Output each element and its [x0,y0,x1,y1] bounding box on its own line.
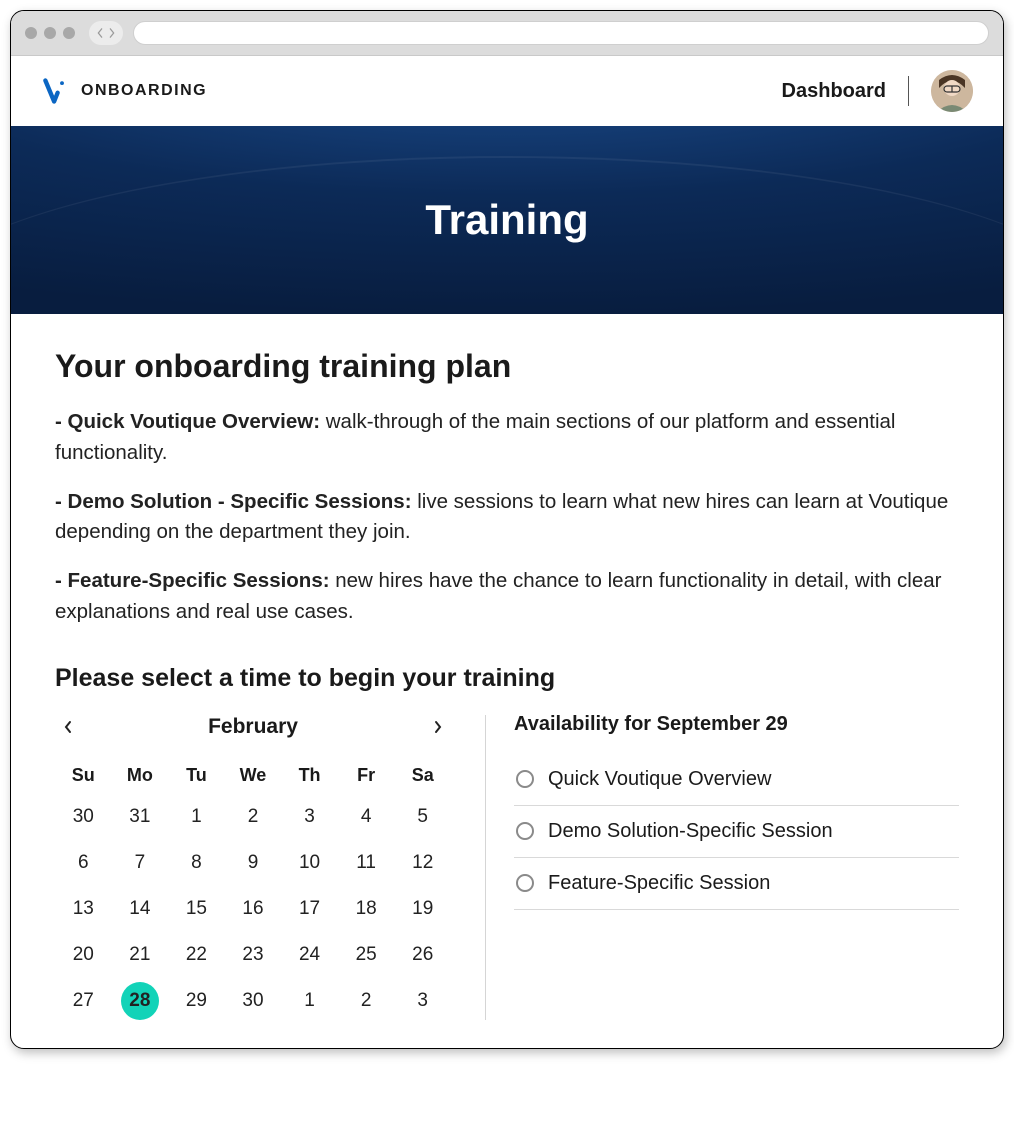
availability-option[interactable]: Quick Voutique Overview [514,754,959,806]
calendar-header: February [55,711,451,745]
header-divider [908,76,909,106]
calendar-day[interactable]: 17 [281,886,338,932]
calendar-body: 3031123456789101112131415161718192021222… [55,794,451,1024]
brand-name: ONBOARDING [81,82,207,100]
hero-title: Training [425,196,588,244]
calendar-day[interactable]: 18 [338,886,395,932]
calendar-day[interactable]: 4 [338,794,395,840]
plan-item: - Quick Voutique Overview: walk-through … [55,407,959,469]
main-content: Your onboarding training plan - Quick Vo… [11,314,1003,1048]
option-label: Quick Voutique Overview [548,768,771,791]
calendar-day[interactable]: 23 [225,932,282,978]
window-min-dot[interactable] [44,27,56,39]
calendar-day[interactable]: 26 [394,932,451,978]
availability-option[interactable]: Feature-Specific Session [514,858,959,910]
calendar-day[interactable]: 3 [281,794,338,840]
weekday: Mo [112,757,169,794]
window-close-dot[interactable] [25,27,37,39]
window-controls [25,27,75,39]
calendar-row: 303112345 [55,794,451,840]
calendar-month: February [208,715,298,739]
availability-title: Availability for September 29 [514,713,959,736]
vertical-separator [485,715,486,1020]
next-month-button[interactable] [431,720,445,734]
calendar-day[interactable]: 2 [338,978,395,1024]
weekday: We [225,757,282,794]
weekday: Su [55,757,112,794]
forward-icon[interactable] [108,28,116,38]
chevron-right-icon [433,720,443,734]
option-label: Feature-Specific Session [548,872,770,895]
radio-icon [516,822,534,840]
calendar-day[interactable]: 20 [55,932,112,978]
app-header: ONBOARDING Dashboard [11,56,1003,126]
radio-icon [516,874,534,892]
brand[interactable]: ONBOARDING [41,77,207,105]
calendar-row: 27282930123 [55,978,451,1024]
plan-item-label: - Demo Solution - Specific Sessions: [55,490,412,513]
header-right: Dashboard [782,70,973,112]
weekday: Fr [338,757,395,794]
booking-area: February Su Mo Tu We Th Fr Sa 3031123456… [55,711,959,1024]
calendar-day[interactable]: 21 [112,932,169,978]
schedule-heading: Please select a time to begin your train… [55,664,959,693]
calendar-day[interactable]: 15 [168,886,225,932]
calendar-day[interactable]: 27 [55,978,112,1024]
calendar-weekdays: Su Mo Tu We Th Fr Sa [55,757,451,794]
plan-item-label: - Quick Voutique Overview: [55,410,320,433]
calendar-day[interactable]: 10 [281,840,338,886]
weekday: Th [281,757,338,794]
availability-option[interactable]: Demo Solution-Specific Session [514,806,959,858]
window-max-dot[interactable] [63,27,75,39]
hero-banner: Training [11,126,1003,314]
weekday: Tu [168,757,225,794]
calendar-day[interactable]: 1 [281,978,338,1024]
radio-icon [516,770,534,788]
brand-logo-icon [41,77,69,105]
weekday: Sa [394,757,451,794]
calendar-day[interactable]: 11 [338,840,395,886]
chevron-left-icon [63,720,73,734]
calendar-day[interactable]: 25 [338,932,395,978]
plan-item: - Demo Solution - Specific Sessions: liv… [55,487,959,549]
back-icon[interactable] [96,28,104,38]
calendar-day[interactable]: 12 [394,840,451,886]
url-bar[interactable] [133,21,989,45]
browser-window: ONBOARDING Dashboard Training Your onboa… [10,10,1004,1049]
calendar-day[interactable]: 2 [225,794,282,840]
calendar-day[interactable]: 31 [112,794,169,840]
calendar-day[interactable]: 14 [112,886,169,932]
calendar-day[interactable]: 19 [394,886,451,932]
calendar-day[interactable]: 3 [394,978,451,1024]
calendar-day[interactable]: 5 [394,794,451,840]
browser-chrome [11,11,1003,56]
calendar-day[interactable]: 9 [225,840,282,886]
calendar-row: 13141516171819 [55,886,451,932]
calendar-day[interactable]: 22 [168,932,225,978]
calendar-day[interactable]: 6 [55,840,112,886]
calendar-day[interactable]: 7 [112,840,169,886]
option-label: Demo Solution-Specific Session [548,820,833,843]
avatar[interactable] [931,70,973,112]
calendar-day[interactable]: 1 [168,794,225,840]
prev-month-button[interactable] [61,720,75,734]
calendar-day[interactable]: 13 [55,886,112,932]
plan-item: - Feature-Specific Sessions: new hires h… [55,566,959,628]
calendar-day[interactable]: 24 [281,932,338,978]
calendar-day[interactable]: 16 [225,886,282,932]
nav-dashboard[interactable]: Dashboard [782,80,886,103]
calendar-day[interactable]: 29 [168,978,225,1024]
calendar-day[interactable]: 8 [168,840,225,886]
nav-arrows [89,21,123,45]
plan-heading: Your onboarding training plan [55,348,959,385]
calendar-row: 6789101112 [55,840,451,886]
calendar-row: 20212223242526 [55,932,451,978]
plan-item-label: - Feature-Specific Sessions: [55,569,330,592]
calendar-day[interactable]: 30 [225,978,282,1024]
calendar: February Su Mo Tu We Th Fr Sa 3031123456… [55,711,485,1024]
calendar-day[interactable]: 30 [55,794,112,840]
availability-panel: Availability for September 29 Quick Vout… [514,711,959,1024]
calendar-day[interactable]: 28 [112,978,169,1024]
